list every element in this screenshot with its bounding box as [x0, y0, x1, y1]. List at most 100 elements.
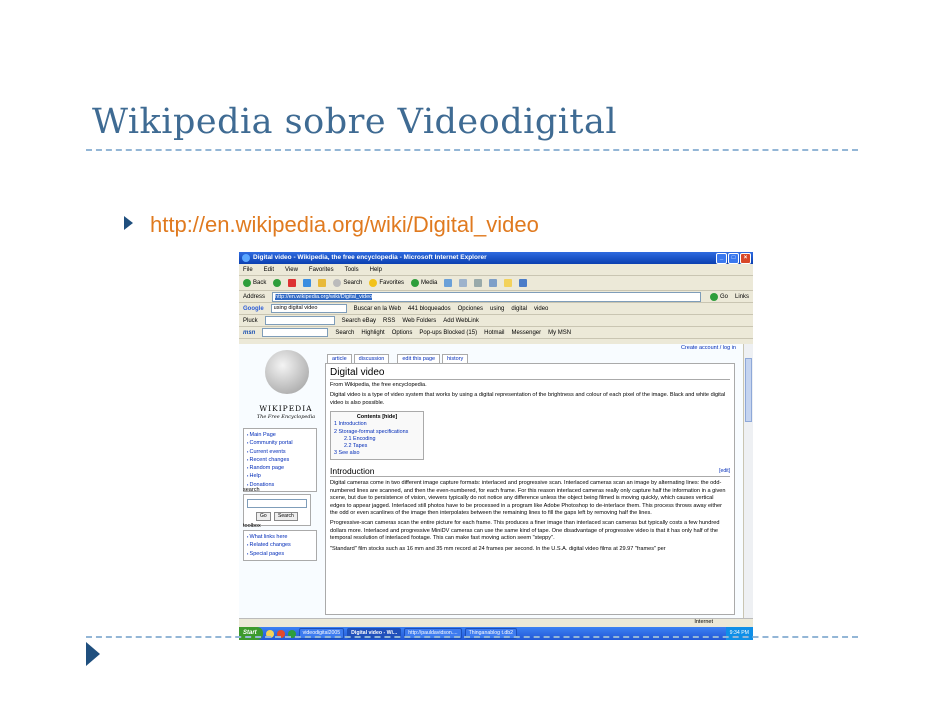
google-search-input[interactable]: using digital video [270, 304, 347, 313]
pluck-logo: Pluck [243, 317, 258, 324]
section-heading: Introduction [edit] [330, 466, 730, 478]
close-button[interactable]: × [740, 253, 751, 264]
media-label: Media [421, 280, 438, 286]
google-options-button[interactable]: Opciones [458, 306, 483, 312]
menu-file[interactable]: File [243, 267, 253, 273]
start-button[interactable]: Start [239, 627, 263, 640]
bullet-link-text[interactable]: http://en.wikipedia.org/wiki/Digital_vid… [150, 212, 539, 238]
logo-wordmark: WIKIPEDIA [259, 404, 313, 413]
search-icon [333, 279, 342, 287]
media-button[interactable]: Media [411, 279, 437, 287]
add-weblink-button[interactable]: Add WebLink [443, 318, 479, 324]
pluck-search-input[interactable] [264, 316, 335, 325]
section-heading-text: Introduction [330, 466, 375, 477]
zone-status: Internet [694, 619, 713, 625]
home-icon[interactable] [318, 279, 327, 287]
search-button[interactable]: Search [333, 279, 362, 287]
puzzle-globe-icon [265, 350, 309, 394]
scrollbar-thumb[interactable] [745, 358, 752, 422]
search-ebay-button[interactable]: Search eBay [342, 318, 376, 324]
google-chip-using[interactable]: using [490, 306, 504, 312]
wiki-search-button[interactable]: Search [274, 512, 298, 521]
msn-options-button[interactable]: Options [392, 330, 413, 336]
msn-search-input[interactable] [262, 328, 329, 337]
address-input[interactable]: http://en.wikipedia.org/wiki/Digital_vid… [272, 291, 701, 302]
toc-item[interactable]: 2 Storage-format specifications [334, 429, 420, 436]
go-button[interactable]: Go [709, 292, 728, 301]
wiki-page: Create account / log in WIKIPEDIA The Fr… [239, 344, 744, 618]
window-titlebar: Digital video - Wikipedia, the free ency… [239, 252, 753, 264]
menu-view[interactable]: View [285, 267, 298, 273]
back-button[interactable]: Back [243, 279, 266, 287]
rss-button[interactable]: RSS [383, 318, 395, 324]
search-box: Go Search [243, 494, 311, 526]
nav-current-events[interactable]: Current events [247, 448, 313, 456]
menu-tools[interactable]: Tools [345, 267, 359, 273]
my-msn-button[interactable]: My MSN [548, 330, 571, 336]
forward-arrow-icon[interactable] [273, 279, 282, 287]
messenger-tb-icon[interactable] [519, 279, 528, 287]
bottom-divider [86, 636, 858, 638]
google-search-web-button[interactable]: Buscar en la Web [354, 306, 401, 312]
stop-icon[interactable] [288, 279, 297, 287]
maximize-button[interactable]: □ [728, 253, 739, 264]
toc-item[interactable]: 1 Introduction [334, 421, 420, 428]
msn-search-button[interactable]: Search [335, 330, 354, 336]
media-icon [411, 279, 420, 287]
vertical-scrollbar[interactable] [743, 344, 753, 618]
print-icon[interactable] [474, 279, 483, 287]
windows-taskbar: Start videodigital2005 Digital video - W… [239, 627, 753, 640]
toolbox-label: toolbox [243, 523, 261, 529]
minimize-button[interactable]: _ [716, 253, 727, 264]
menu-bar: File Edit View Favorites Tools Help [239, 264, 753, 276]
wiki-go-button[interactable]: Go [256, 512, 271, 521]
folder-icon[interactable] [504, 279, 513, 287]
toc-item[interactable]: 3 See also [334, 450, 420, 457]
nav-community-portal[interactable]: Community portal [247, 439, 313, 447]
google-logo: Google [243, 305, 264, 312]
history-icon[interactable] [444, 279, 453, 287]
status-bar: Internet [239, 618, 753, 627]
article-title: Digital video [330, 367, 730, 380]
web-folders-button[interactable]: Web Folders [402, 318, 436, 324]
google-chip-digital[interactable]: digital [511, 306, 527, 312]
wiki-search-input[interactable] [247, 499, 307, 508]
toolbox-what-links-here[interactable]: What links here [247, 533, 313, 541]
menu-favorites[interactable]: Favorites [309, 267, 334, 273]
paragraph: Progressive-scan cameras scan the entire… [330, 520, 720, 542]
toolbox-related-changes[interactable]: Related changes [247, 541, 313, 549]
toc-item[interactable]: 2.1 Encoding [334, 436, 420, 443]
search-label: search [243, 487, 260, 493]
mail-icon[interactable] [459, 279, 468, 287]
create-account-link[interactable]: Create account / log in [681, 345, 736, 351]
popups-blocked-button[interactable]: Pop-ups Blocked (15) [419, 330, 477, 336]
toc-title: Contents [hide] [356, 414, 398, 421]
menu-help[interactable]: Help [370, 267, 382, 273]
paragraph: "Standard" film stocks such as 16 mm and… [330, 545, 666, 552]
nav-main-page[interactable]: Main Page [247, 431, 313, 439]
msn-toolbar: msn Search Highlight Options Pop-ups Blo… [239, 327, 753, 339]
messenger-button[interactable]: Messenger [511, 330, 541, 336]
nav-recent-changes[interactable]: Recent changes [247, 456, 313, 464]
section-edit-link[interactable]: [edit] [719, 468, 730, 474]
favorites-button[interactable]: Favorites [369, 279, 404, 287]
popup-blocked-count[interactable]: 441 bloqueados [408, 306, 451, 312]
refresh-icon[interactable] [303, 279, 312, 287]
article-content: Digital video From Wikipedia, the free e… [325, 363, 735, 615]
title-divider [86, 149, 858, 151]
toc-item[interactable]: 2.2 Tapes [334, 443, 420, 450]
nav-random-page[interactable]: Random page [247, 464, 313, 472]
wikipedia-logo[interactable]: WIKIPEDIA The Free Encyclopedia [251, 350, 321, 430]
links-label[interactable]: Links [735, 294, 749, 300]
google-chip-video[interactable]: video [534, 306, 548, 312]
back-label: Back [253, 280, 267, 286]
edit-icon[interactable] [489, 279, 498, 287]
hotmail-button[interactable]: Hotmail [484, 330, 504, 336]
google-toolbar: Google using digital video Buscar en la … [239, 303, 753, 315]
msn-highlight-button[interactable]: Highlight [361, 330, 384, 336]
bullet-arrow-icon [124, 216, 133, 230]
menu-edit[interactable]: Edit [264, 267, 274, 273]
nav-help[interactable]: Help [247, 472, 313, 480]
toolbox-special-pages[interactable]: Special pages [247, 550, 313, 558]
table-of-contents: Contents [hide] 1 Introduction 2 Storage… [330, 411, 424, 461]
